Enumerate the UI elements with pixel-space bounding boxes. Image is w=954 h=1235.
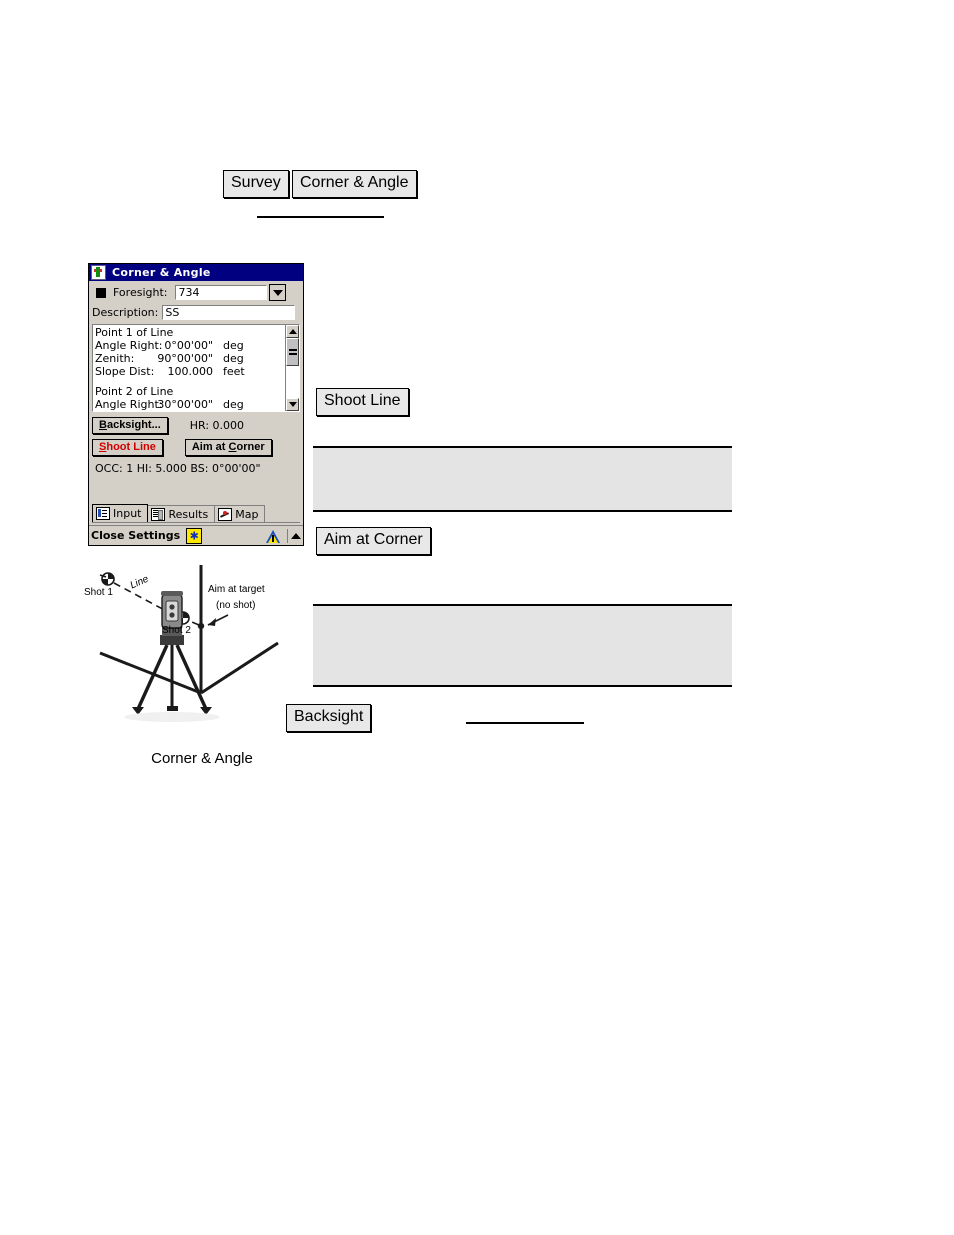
shoot-aim-row: Shoot Line Aim at Corner (92, 438, 300, 456)
breadcrumb-survey[interactable]: Survey (223, 170, 289, 198)
redacted-rule-bottom (466, 722, 584, 724)
warning-triangle-icon[interactable] (266, 529, 281, 543)
shot-2-label: Shot 2 (162, 625, 191, 636)
redacted-paragraph-2 (313, 604, 732, 687)
list-item: Slope Dist: 100.000 feet (95, 365, 285, 378)
list-item-unit: deg (223, 339, 244, 352)
tab-results[interactable]: Results (147, 505, 216, 522)
tab-input-label: Input (113, 507, 142, 520)
list-item-value: 0°00'00" (164, 339, 213, 352)
occupation-readout: OCC: 1 HI: 5.000 BS: 0°00'00" (95, 462, 261, 475)
list-item-unit: feet (223, 365, 245, 378)
list-item: Point 2 of Line (95, 385, 285, 398)
scroll-thumb[interactable] (286, 338, 299, 366)
description-input[interactable]: SS (162, 305, 296, 320)
list-item-value: 100.000 (167, 365, 214, 378)
diagram-graphic (99, 565, 279, 722)
close-settings-label[interactable]: Close Settings (91, 529, 180, 542)
square-bullet-icon[interactable] (96, 287, 106, 298)
chevron-down-icon[interactable] (269, 284, 287, 301)
backsight-row: Backsight... HR: 0.000 (92, 416, 300, 434)
foresight-input[interactable]: 734 (175, 285, 268, 300)
app-icon (91, 265, 106, 280)
foresight-label: Foresight: (113, 286, 168, 299)
list-item-label: Angle Right: (95, 339, 163, 352)
no-shot-label: (no shot) (216, 600, 256, 611)
window-content: Foresight: 734 Description: SS Point 1 o… (89, 281, 303, 475)
line-points-list-content: Point 1 of Line Angle Right: 0°00'00" de… (93, 325, 285, 411)
list-item-unit: deg (223, 352, 244, 365)
scroll-up-arrow-icon[interactable] (286, 325, 299, 338)
tab-strip: Input Results Map (92, 504, 300, 523)
status-bar: Close Settings (89, 525, 303, 545)
window-title-bar: Corner & Angle (89, 264, 303, 281)
shoot-line-button[interactable]: Shoot Line (92, 438, 163, 456)
list-item-unit: deg (223, 398, 244, 411)
redacted-paragraph-1 (313, 446, 732, 512)
list-item: Point 1 of Line (95, 326, 285, 339)
aim-at-target-label: Aim at target (208, 584, 265, 595)
scroll-down-arrow-icon[interactable] (286, 398, 299, 411)
tab-input[interactable]: Input (92, 504, 149, 522)
list-item-label: Point 2 of Line (95, 385, 174, 398)
list-item-value: 30°00'00" (157, 398, 213, 411)
callout-aim-at-corner[interactable]: Aim at Corner (316, 527, 431, 555)
list-item: Angle Right: 0°00'00" deg (95, 339, 285, 352)
window-title: Corner & Angle (112, 266, 211, 279)
list-item-value: 90°00'00" (157, 352, 213, 365)
list-item: Zenith: 90°00'00" deg (95, 352, 285, 365)
list-item-label: Angle Right: (95, 398, 163, 411)
breadcrumb-corner-and-angle[interactable]: Corner & Angle (292, 170, 417, 198)
description-label: Description: (92, 306, 159, 319)
scroll-track[interactable] (286, 366, 299, 398)
yellow-star-icon[interactable] (186, 527, 203, 544)
scroll-up-arrow-icon[interactable] (291, 532, 301, 539)
results-list-icon (151, 507, 166, 521)
callout-shoot-line[interactable]: Shoot Line (316, 388, 409, 416)
shot-1-marker (99, 572, 115, 586)
aim-at-corner-button[interactable]: Aim at Corner (184, 438, 272, 456)
corner-and-angle-diagram: Shot 1 Line Shot 2 Aim at target (no sho… (82, 565, 322, 780)
tab-map-label: Map (235, 507, 259, 521)
tripod-icon (124, 591, 220, 722)
input-form-icon (96, 507, 110, 520)
list-item: Angle Right: 30°00'00" deg (95, 398, 285, 411)
corner-and-angle-window: Corner & Angle Foresight: 734 Descriptio… (88, 263, 304, 546)
shot-1-label: Shot 1 (84, 587, 113, 598)
tab-map[interactable]: Map (214, 505, 266, 522)
map-icon (218, 507, 233, 521)
redacted-rule-top (257, 216, 384, 218)
line-points-list[interactable]: Point 1 of Line Angle Right: 0°00'00" de… (92, 324, 300, 412)
list-scrollbar[interactable] (285, 325, 299, 411)
diagram-caption: Corner & Angle (151, 750, 253, 767)
description-row: Description: SS (92, 304, 300, 321)
list-item-label: Point 1 of Line (95, 326, 174, 339)
list-item-label: Slope Dist: (95, 365, 155, 378)
hr-readout: HR: 0.000 (189, 418, 245, 432)
status-bar-divider (287, 528, 288, 543)
list-item-label: Zenith: (95, 352, 135, 365)
foresight-row: Foresight: 734 (92, 284, 300, 301)
backsight-button[interactable]: Backsight... (92, 416, 168, 434)
aim-target-dot (197, 622, 205, 630)
tab-results-label: Results (168, 507, 209, 521)
